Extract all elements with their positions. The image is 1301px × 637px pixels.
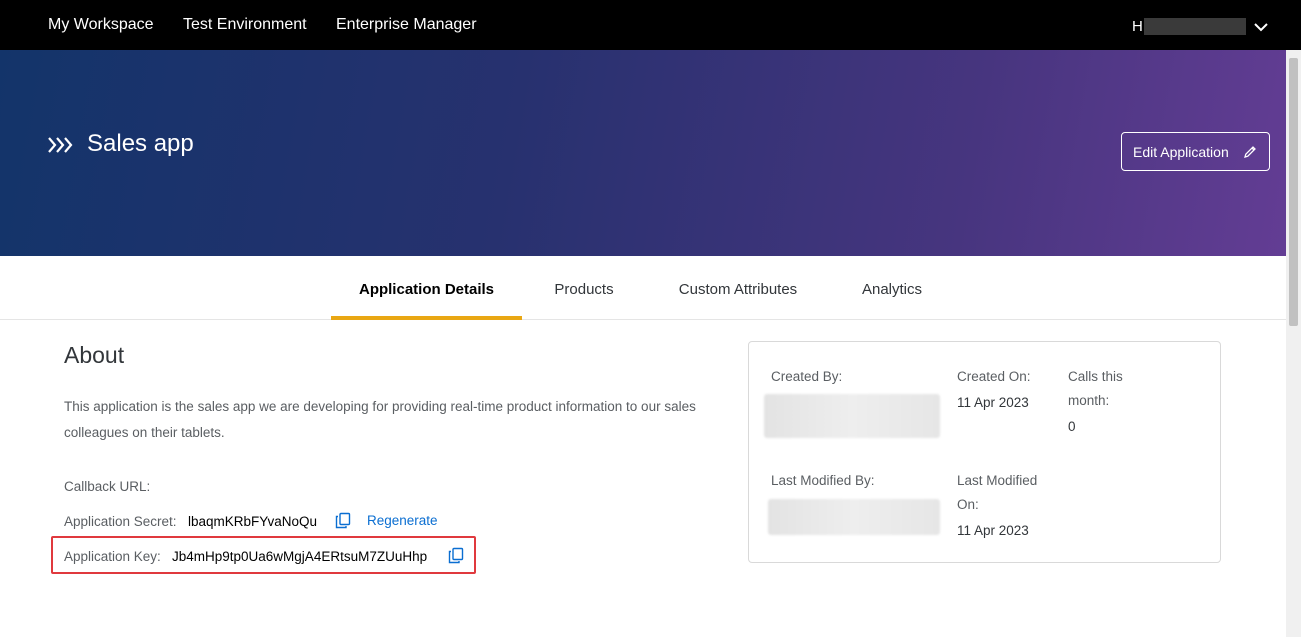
- user-name[interactable]: H: [1132, 18, 1143, 35]
- scrollbar-thumb[interactable]: [1289, 58, 1298, 326]
- application-info-card: Created By: Created On: 11 Apr 2023 Call…: [748, 341, 1221, 563]
- last-modified-on-label: Last Modified On:: [957, 473, 1038, 512]
- chevron-down-icon[interactable]: [1252, 20, 1270, 34]
- pencil-icon: [1244, 146, 1256, 158]
- application-secret-value: lbaqmKRbFYvaNoQu: [188, 514, 318, 529]
- nav-my-workspace[interactable]: My Workspace: [48, 0, 154, 50]
- tab-application-details[interactable]: Application Details: [331, 256, 522, 320]
- last-modified-on-value: 11 Apr 2023: [957, 523, 1029, 538]
- callback-url-label: Callback URL:: [64, 479, 151, 494]
- top-navigation-bar: My Workspace Test Environment Enterprise…: [0, 0, 1301, 50]
- created-by-redacted: [764, 394, 940, 438]
- page-scrollbar[interactable]: [1286, 50, 1301, 637]
- created-on-label: Created On:: [957, 369, 1031, 384]
- calls-this-month-value: 0: [1068, 419, 1076, 434]
- chevrons-right-icon: [48, 137, 73, 153]
- tab-analytics[interactable]: Analytics: [842, 256, 942, 320]
- tab-products[interactable]: Products: [532, 256, 636, 320]
- edit-application-label: Edit Application: [1133, 144, 1229, 160]
- created-on-value: 11 Apr 2023: [957, 395, 1029, 410]
- application-description: This application is the sales app we are…: [64, 399, 696, 440]
- application-header-banner: Sales app Edit Application: [0, 50, 1286, 256]
- last-modified-by-label: Last Modified By:: [771, 473, 875, 488]
- about-heading: About: [64, 342, 125, 368]
- nav-test-environment[interactable]: Test Environment: [183, 0, 307, 50]
- application-key-label: Application Key:: [64, 549, 161, 564]
- edit-application-button[interactable]: Edit Application: [1121, 132, 1270, 171]
- copy-icon[interactable]: [335, 512, 351, 529]
- last-modified-by-redacted: [768, 499, 940, 535]
- tab-custom-attributes[interactable]: Custom Attributes: [660, 256, 816, 320]
- user-name-redacted: [1144, 18, 1246, 35]
- copy-icon[interactable]: [448, 547, 464, 564]
- created-by-label: Created By:: [771, 369, 843, 384]
- nav-enterprise-manager[interactable]: Enterprise Manager: [336, 0, 477, 50]
- regenerate-secret-link[interactable]: Regenerate: [367, 513, 438, 528]
- active-tab-indicator: [331, 316, 522, 320]
- application-secret-label: Application Secret:: [64, 514, 177, 529]
- calls-this-month-label: Calls this month:: [1068, 369, 1123, 408]
- page-title: Sales app: [87, 130, 194, 157]
- tab-bar: Application Details Products Custom Attr…: [0, 256, 1286, 320]
- application-key-value: Jb4mHp9tp0Ua6wMgjA4ERtsuM7ZUuHhp: [172, 549, 428, 564]
